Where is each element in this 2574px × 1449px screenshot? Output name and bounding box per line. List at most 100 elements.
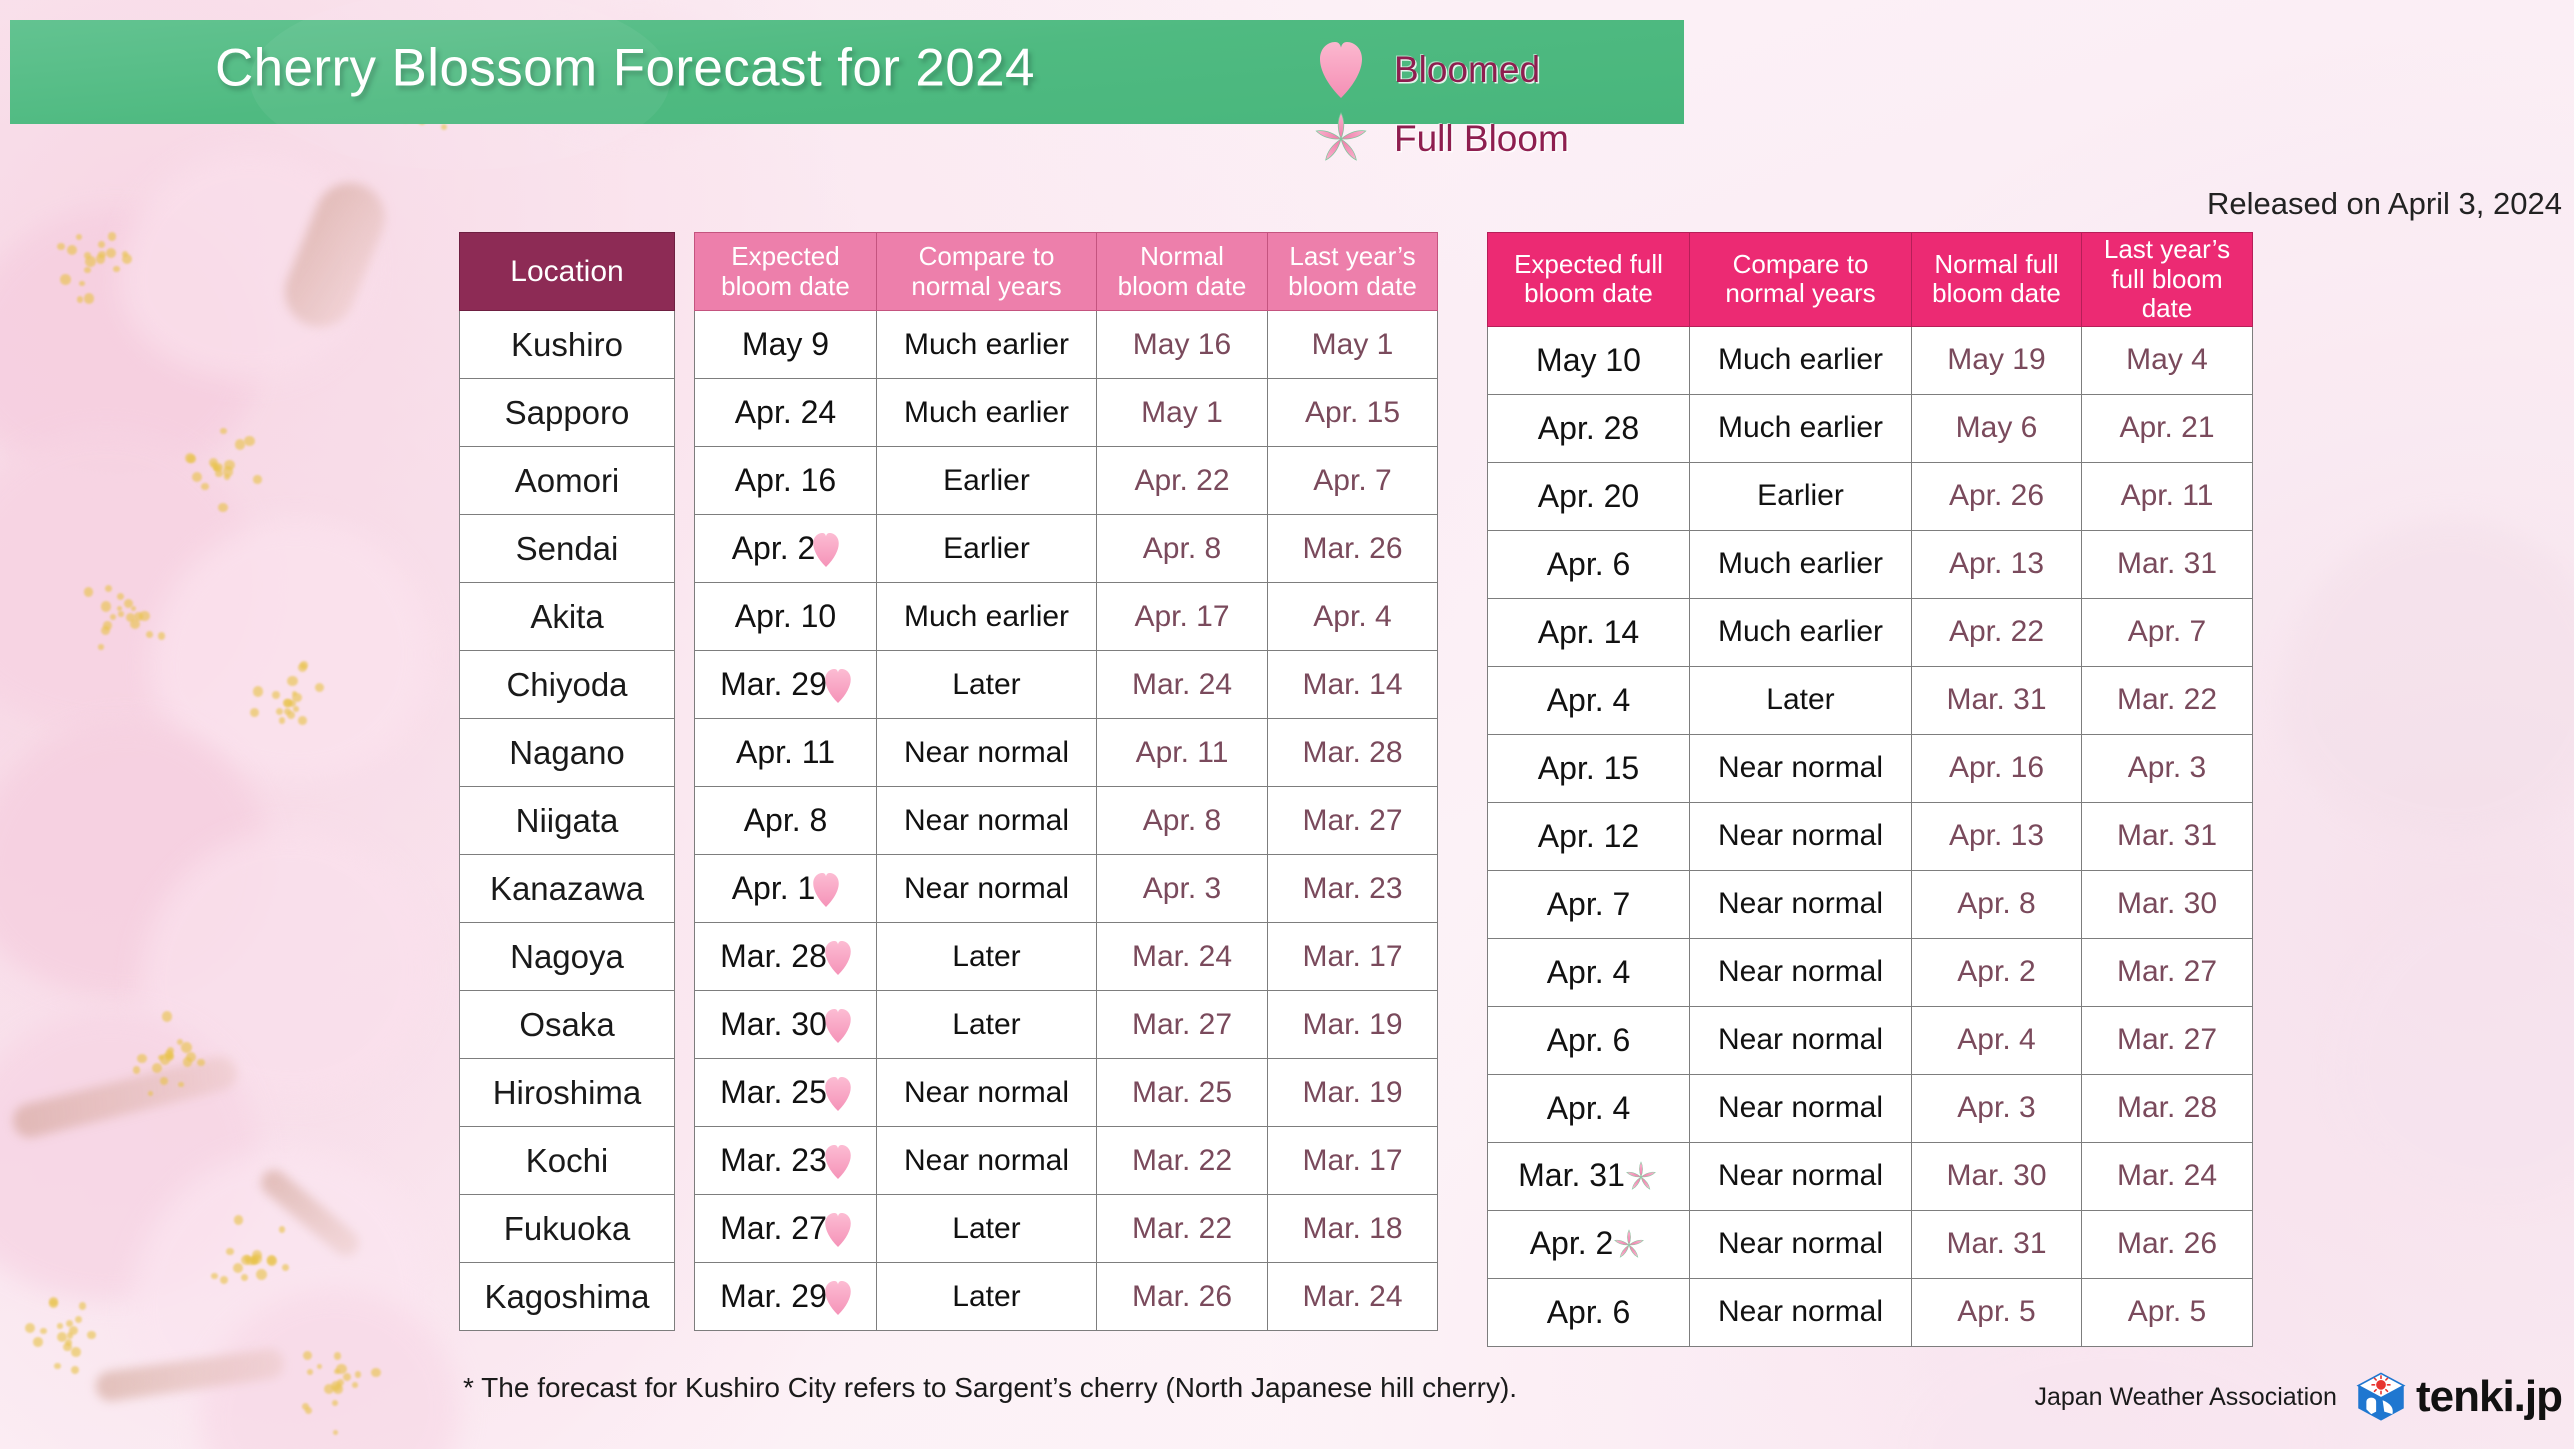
location-table: Location Kushiro Sapporo Aomori Sendai Akita…	[459, 232, 675, 1331]
column-header-last-year-bloom-date: Last year’s bloom date	[1268, 233, 1438, 311]
expected-bloom-date: Apr. 16	[695, 447, 877, 515]
blossom-stamen-dot	[76, 234, 82, 240]
blossom-stamen-dot	[98, 644, 104, 650]
normal-bloom-date: Apr. 8	[1097, 787, 1268, 855]
last-year-bloom-date: May 1	[1268, 311, 1438, 379]
normal-bloom-date: Apr. 22	[1097, 447, 1268, 515]
compare-to-normal: Later	[877, 923, 1097, 991]
blossom-stamen-dot	[315, 683, 324, 692]
compare-to-normal: Near normal	[877, 855, 1097, 923]
table-row: Apr. 8 Near normal Apr. 8 Mar. 27	[695, 787, 1438, 855]
petal-icon	[1310, 42, 1372, 98]
bloom-table-body: May 9 Much earlier May 16 May 1 Apr. 24 Much …	[695, 311, 1438, 1331]
compare-to-normal: Near normal	[877, 1127, 1097, 1195]
table-row: Sapporo	[460, 379, 675, 447]
blossom-stamen-dot	[101, 601, 112, 612]
blossom-stamen-dot	[60, 274, 71, 285]
tenki-brand-text: tenki.jp	[2416, 1372, 2562, 1422]
compare-to-normal-full: Near normal	[1690, 1278, 1912, 1346]
location-name: Aomori	[460, 447, 675, 515]
compare-to-normal: Near normal	[877, 719, 1097, 787]
blossom-stamen-dot	[84, 267, 91, 274]
table-row: Mar. 30 Later Mar. 27 Mar. 19	[695, 991, 1438, 1059]
normal-full-bloom-date: Mar. 30	[1912, 1142, 2082, 1210]
bloom-date-table: Expected bloom date Compare to normal year…	[694, 232, 1438, 1331]
expected-full-bloom-date: May 10	[1488, 326, 1690, 394]
location-name: Niigata	[460, 787, 675, 855]
last-year-bloom-date: Mar. 18	[1268, 1195, 1438, 1263]
table-row: Apr. 6 Near normal Apr. 5 Apr. 5	[1488, 1278, 2253, 1346]
location-table-body: Kushiro Sapporo Aomori Sendai Akita Chiyoda Na…	[460, 311, 675, 1331]
blossom-stamen-dot	[84, 293, 95, 304]
blossom-stamen-dot	[183, 1057, 193, 1067]
table-row: Nagano	[460, 719, 675, 787]
last-year-full-bloom-date: Mar. 24	[2082, 1142, 2253, 1210]
blossom-stamen-dot	[298, 716, 307, 725]
table-row: Kanazawa	[460, 855, 675, 923]
column-header-normal-bloom-date: Normal bloom date	[1097, 233, 1268, 311]
normal-bloom-date: Mar. 24	[1097, 923, 1268, 991]
table-header-row: Expected bloom date Compare to normal year…	[695, 233, 1438, 311]
blossom-stamen-dot	[218, 503, 227, 512]
compare-to-normal: Later	[877, 1195, 1097, 1263]
compare-to-normal: Near normal	[877, 1059, 1097, 1127]
last-year-full-bloom-date: Mar. 28	[2082, 1074, 2253, 1142]
blossom-stamen-dot	[54, 1363, 60, 1369]
cherry-blossom-icon	[1623, 1159, 1659, 1195]
normal-full-bloom-date: Mar. 31	[1912, 1210, 2082, 1278]
blossom-stamen-dot	[40, 1328, 47, 1335]
table-row: Apr. 12 Near normal Apr. 13 Mar. 31	[1488, 802, 2253, 870]
compare-to-normal-full: Near normal	[1690, 1210, 1912, 1278]
blossom-stamen-dot	[371, 1368, 381, 1378]
full-bloom-table-body: May 10 Much earlier May 19 May 4 Apr. 28 Much…	[1488, 326, 2253, 1346]
blossom-stamen-dot	[241, 1274, 248, 1281]
expected-bloom-date: May 9	[695, 311, 877, 379]
normal-full-bloom-date: Apr. 8	[1912, 870, 2082, 938]
table-row: Mar. 31 Near normal Mar. 30 Mar. 24	[1488, 1142, 2253, 1210]
compare-to-normal-full: Near normal	[1690, 802, 1912, 870]
table-row: Apr. 11 Near normal Apr. 11 Mar. 28	[695, 719, 1438, 787]
last-year-bloom-date: Mar. 27	[1268, 787, 1438, 855]
table-row: Nagoya	[460, 923, 675, 991]
blossom-stamen-dot	[118, 611, 123, 616]
column-header-location: Location	[460, 233, 675, 311]
normal-bloom-date: Apr. 17	[1097, 583, 1268, 651]
last-year-full-bloom-date: Mar. 26	[2082, 1210, 2253, 1278]
table-row: Mar. 29 Later Mar. 24 Mar. 14	[695, 651, 1438, 719]
compare-to-normal-full: Much earlier	[1690, 394, 1912, 462]
blossom-stamen-dot	[110, 614, 116, 620]
blossom-stamen-dot	[84, 587, 93, 596]
normal-bloom-date: Mar. 27	[1097, 991, 1268, 1059]
table-row: May 10 Much earlier May 19 May 4	[1488, 326, 2253, 394]
compare-to-normal-full: Near normal	[1690, 1006, 1912, 1074]
compare-to-normal-full: Earlier	[1690, 462, 1912, 530]
location-name: Nagano	[460, 719, 675, 787]
blossom-stamen-dot	[122, 254, 132, 264]
last-year-bloom-date: Mar. 26	[1268, 515, 1438, 583]
table-row: Apr. 24 Much earlier May 1 Apr. 15	[695, 379, 1438, 447]
last-year-full-bloom-date: Mar. 27	[2082, 938, 2253, 1006]
blossom-stamen-dot	[267, 1256, 277, 1266]
table-header-row: Location	[460, 233, 675, 311]
blossom-stamen-dot	[244, 436, 255, 447]
location-name: Akita	[460, 583, 675, 651]
location-name: Sapporo	[460, 379, 675, 447]
compare-to-normal: Much earlier	[877, 311, 1097, 379]
cherry-blossom-icon	[1310, 108, 1372, 170]
legend: Bloomed Full Bloom	[1310, 34, 1690, 204]
blossom-stamen-dot	[293, 706, 299, 712]
normal-full-bloom-date: Apr. 4	[1912, 1006, 2082, 1074]
last-year-full-bloom-date: Mar. 27	[2082, 1006, 2253, 1074]
expected-bloom-date: Mar. 25	[695, 1059, 877, 1127]
last-year-bloom-date: Mar. 23	[1268, 855, 1438, 923]
expected-full-bloom-date: Apr. 15	[1488, 734, 1690, 802]
compare-to-normal: Much earlier	[877, 379, 1097, 447]
compare-to-normal-full: Much earlier	[1690, 598, 1912, 666]
table-row: Apr. 1 Near normal Apr. 3 Mar. 23	[695, 855, 1438, 923]
blossom-stamen-dot	[331, 1381, 341, 1391]
blossom-stamen-dot	[302, 1403, 309, 1410]
blossom-stamen-dot	[133, 1066, 140, 1073]
location-name: Kochi	[460, 1127, 675, 1195]
normal-full-bloom-date: Apr. 2	[1912, 938, 2082, 1006]
last-year-full-bloom-date: May 4	[2082, 326, 2253, 394]
